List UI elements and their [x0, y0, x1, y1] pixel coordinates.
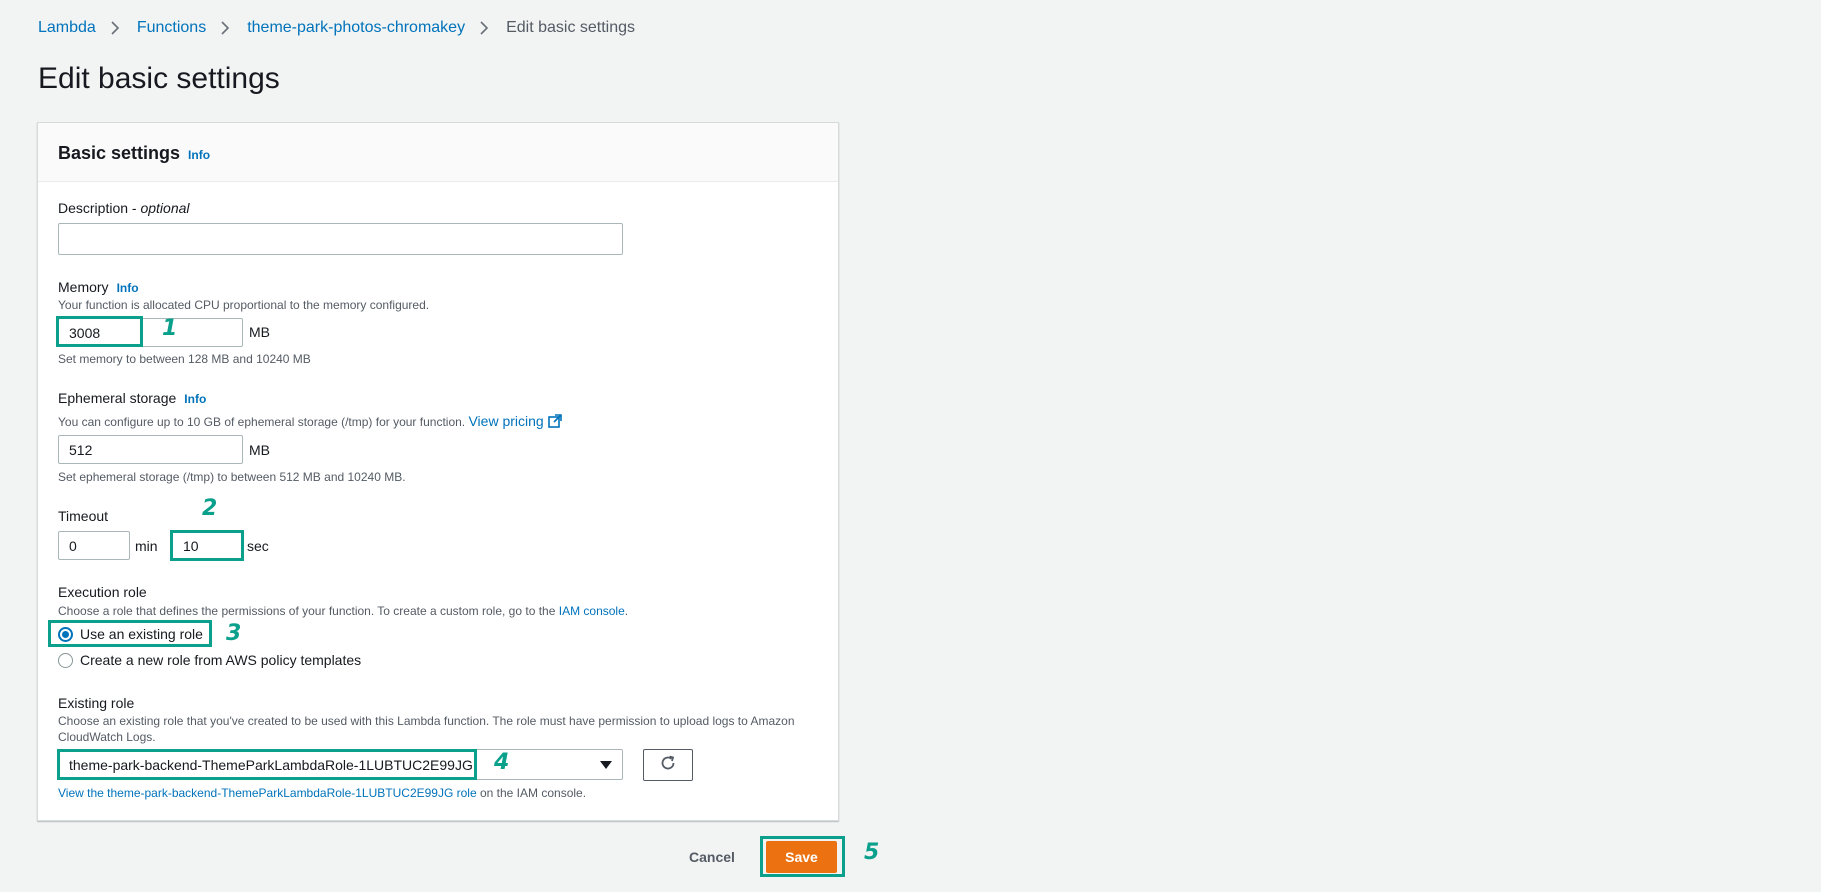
cancel-button[interactable]: Cancel: [689, 849, 735, 865]
caret-down-icon: [600, 761, 612, 769]
view-role-link[interactable]: View the theme-park-backend-ThemeParkLam…: [58, 786, 477, 800]
description-label-text: Description -: [58, 200, 141, 216]
memory-unit: MB: [249, 324, 270, 340]
ephemeral-help: You can configure up to 10 GB of ephemer…: [58, 413, 562, 429]
memory-label-text: Memory: [58, 279, 109, 295]
execution-role-help: Choose a role that defines the permissio…: [58, 604, 628, 618]
ephemeral-constraint: Set ephemeral storage (/tmp) to between …: [58, 470, 406, 484]
view-pricing-link[interactable]: View pricing: [468, 413, 562, 429]
timeout-min-unit: min: [135, 538, 158, 554]
existing-role-help-2: CloudWatch Logs.: [58, 730, 156, 744]
page-title: Edit basic settings: [38, 62, 280, 95]
view-role-line: View the theme-park-backend-ThemeParkLam…: [58, 786, 586, 800]
highlight-box-2: [170, 530, 244, 561]
highlight-box-1: [56, 316, 143, 347]
ephemeral-unit: MB: [249, 442, 270, 458]
refresh-button[interactable]: [643, 749, 693, 781]
chevron-right-icon: [479, 21, 489, 35]
ephemeral-input[interactable]: 512: [58, 435, 243, 464]
breadcrumb-lambda[interactable]: Lambda: [38, 19, 96, 37]
radio-new-role[interactable]: [58, 653, 73, 668]
annotation-1: 1: [162, 316, 178, 341]
memory-label: Memory Info: [58, 279, 139, 295]
breadcrumb-functions[interactable]: Functions: [137, 19, 206, 37]
annotation-3: 3: [226, 621, 242, 646]
memory-help: Your function is allocated CPU proportio…: [58, 298, 430, 312]
highlight-box-5: [760, 836, 845, 877]
ephemeral-label: Ephemeral storage Info: [58, 390, 206, 406]
memory-info-link[interactable]: Info: [117, 281, 139, 295]
execution-role-help-suffix: .: [624, 604, 629, 618]
timeout-min-input[interactable]: 0: [58, 531, 130, 560]
option-new-role[interactable]: Create a new role from AWS policy templa…: [80, 652, 361, 668]
view-pricing-text: View pricing: [468, 413, 544, 429]
description-label: Description - optional: [58, 200, 190, 216]
annotation-5: 5: [864, 840, 880, 865]
view-role-suffix: on the IAM console.: [476, 786, 587, 800]
highlight-box-3: [48, 620, 212, 647]
panel-title: Basic settings Info: [58, 143, 210, 164]
existing-role-label: Existing role: [58, 695, 135, 711]
breadcrumb-function-name[interactable]: theme-park-photos-chromakey: [247, 19, 465, 37]
external-link-icon: [547, 413, 562, 429]
annotation-4: 4: [494, 750, 510, 775]
annotation-2: 2: [202, 496, 218, 521]
breadcrumb-current: Edit basic settings: [506, 19, 636, 36]
breadcrumb: Lambda Functions theme-park-photos-chrom…: [38, 19, 635, 37]
execution-role-help-text: Choose a role that defines the permissio…: [58, 604, 556, 618]
execution-role-label: Execution role: [58, 584, 147, 600]
ephemeral-info-link[interactable]: Info: [184, 392, 206, 406]
optional-text: optional: [140, 200, 190, 216]
existing-role-help-1: Choose an existing role that you've crea…: [58, 714, 795, 728]
highlight-box-4: [57, 749, 477, 780]
info-link[interactable]: Info: [188, 148, 210, 162]
ephemeral-label-text: Ephemeral storage: [58, 390, 177, 406]
ephemeral-help-text: You can configure up to 10 GB of ephemer…: [58, 415, 466, 429]
refresh-icon: [659, 754, 677, 777]
description-input[interactable]: [58, 223, 623, 255]
chevron-right-icon: [220, 21, 230, 35]
timeout-label: Timeout: [58, 508, 109, 524]
memory-constraint: Set memory to between 128 MB and 10240 M…: [58, 352, 311, 366]
panel-header: Basic settings Info: [38, 123, 838, 182]
iam-console-link[interactable]: IAM console: [559, 604, 625, 618]
timeout-sec-unit: sec: [247, 538, 269, 554]
chevron-right-icon: [110, 21, 120, 35]
panel-title-text: Basic settings: [58, 143, 181, 163]
